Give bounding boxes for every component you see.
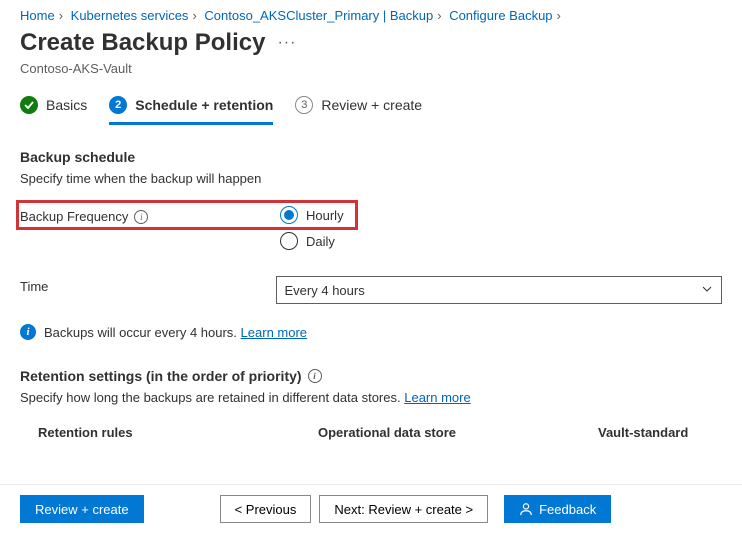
retention-desc: Specify how long the backups are retaine… [20,390,401,405]
breadcrumb: Home› Kubernetes services› Contoso_AKSCl… [0,0,742,25]
frequency-label: Backup Frequency [20,209,128,224]
radio-icon [280,232,298,250]
radio-label: Hourly [306,208,344,223]
page-subtitle: Contoso-AKS-Vault [0,61,742,96]
retention-heading: Retention settings (in the order of prio… [20,368,302,384]
step-icon: 2 [109,96,127,114]
schedule-desc: Specify time when the backup will happen [20,171,722,186]
next-button[interactable]: Next: Review + create > [319,495,488,523]
frequency-daily[interactable]: Daily [280,232,344,250]
chevron-down-icon [701,283,713,298]
time-select[interactable]: Every 4 hours [276,276,722,304]
tab-schedule-retention[interactable]: 2 Schedule + retention [109,96,273,125]
tab-label: Review + create [321,97,422,113]
crumb-cluster[interactable]: Contoso_AKSCluster_Primary | Backup [204,8,433,23]
feedback-button[interactable]: Feedback [504,495,611,523]
select-value: Every 4 hours [285,283,365,298]
time-label: Time [20,279,48,294]
radio-icon [280,206,298,224]
tab-review-create[interactable]: 3 Review + create [295,96,422,125]
button-label: Feedback [539,502,596,517]
backup-info-text: Backups will occur every 4 hours. [44,325,237,340]
check-icon [20,96,38,114]
radio-label: Daily [306,234,335,249]
review-create-button[interactable]: Review + create [20,495,144,523]
frequency-hourly[interactable]: Hourly [280,206,344,224]
learn-more-link[interactable]: Learn more [404,390,470,405]
retention-columns: Retention rules Operational data store V… [20,425,722,440]
previous-button[interactable]: < Previous [220,495,312,523]
col-vault: Vault-standard [598,425,688,440]
crumb-home[interactable]: Home [20,8,55,23]
info-icon[interactable]: i [308,369,322,383]
info-icon: i [20,324,36,340]
col-rules: Retention rules [38,425,318,440]
person-icon [519,502,533,516]
schedule-heading: Backup schedule [20,149,722,165]
learn-more-link[interactable]: Learn more [241,325,307,340]
page-title: Create Backup Policy [20,29,265,57]
step-icon: 3 [295,96,313,114]
tab-label: Schedule + retention [135,97,273,113]
wizard-tabs: Basics 2 Schedule + retention 3 Review +… [0,96,742,125]
tab-label: Basics [46,97,87,113]
col-operational: Operational data store [318,425,598,440]
tab-basics[interactable]: Basics [20,96,87,125]
info-icon[interactable]: i [134,210,148,224]
crumb-configure[interactable]: Configure Backup [449,8,552,23]
crumb-k8s[interactable]: Kubernetes services [71,8,189,23]
more-menu[interactable]: ··· [277,34,296,52]
footer-bar: Review + create < Previous Next: Review … [0,484,742,533]
